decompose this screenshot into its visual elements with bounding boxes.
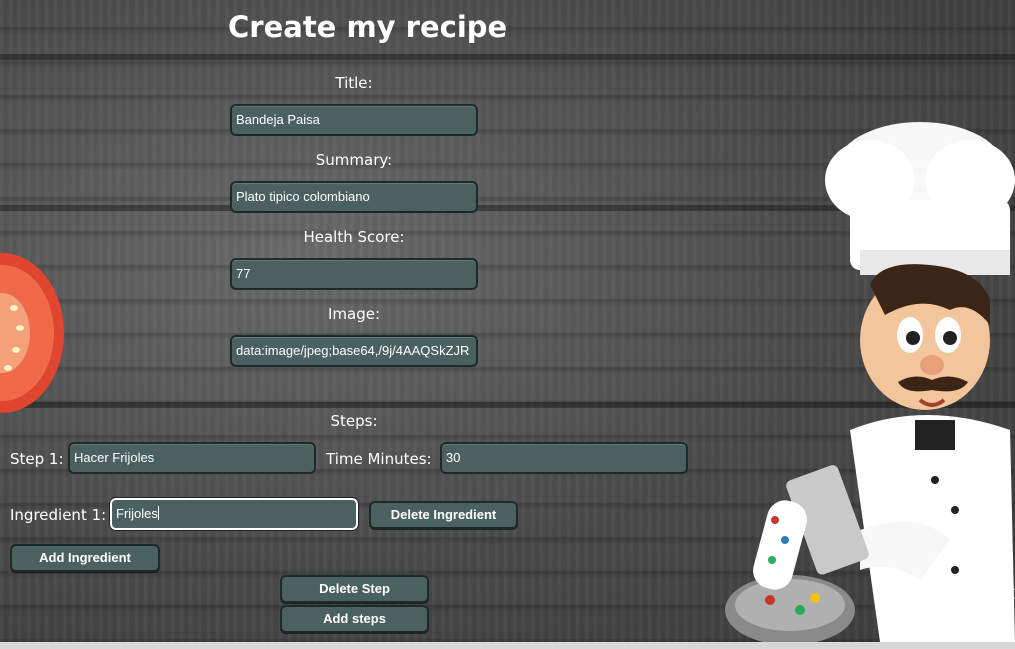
- delete-step-button[interactable]: Delete Step: [280, 575, 429, 603]
- text-caret: [157, 506, 159, 520]
- bottom-edge: [0, 642, 1015, 649]
- time-minutes-label: Time Minutes:: [326, 450, 432, 468]
- add-ingredient-button[interactable]: Add Ingredient: [10, 544, 160, 572]
- ingredient-input[interactable]: Frijoles: [110, 498, 358, 530]
- wood-plank-line: [0, 54, 1015, 60]
- ingredient-label: Ingredient 1:: [10, 506, 107, 524]
- image-label: Image:: [327, 305, 381, 323]
- chef-icon: [725, 122, 1015, 642]
- title-label: Title:: [335, 74, 373, 92]
- delete-ingredient-button[interactable]: Delete Ingredient: [369, 501, 518, 529]
- activate-windows-watermark: Act Ve a: [987, 582, 1015, 621]
- time-minutes-input[interactable]: 30: [440, 442, 688, 474]
- image-input[interactable]: data:image/jpeg;base64,/9j/4AAQSkZJR: [230, 335, 478, 367]
- title-input[interactable]: Bandeja Paisa: [230, 104, 478, 136]
- steps-label: Steps:: [330, 412, 378, 430]
- health-score-input[interactable]: 77: [230, 258, 478, 290]
- watermark-line-2: Ve a: [987, 606, 1015, 621]
- step-label: Step 1:: [10, 450, 64, 468]
- summary-label: Summary:: [315, 151, 393, 169]
- health-score-label: Health Score:: [303, 228, 405, 246]
- page-title: Create my recipe: [228, 10, 508, 44]
- tomato-icon: [0, 253, 64, 413]
- summary-input[interactable]: Plato tipico colombiano: [230, 181, 478, 213]
- watermark-line-1: Act: [987, 582, 1015, 604]
- ingredient-value: Frijoles: [116, 506, 158, 521]
- add-steps-button[interactable]: Add steps: [280, 605, 429, 633]
- step-input[interactable]: Hacer Frijoles: [68, 442, 316, 474]
